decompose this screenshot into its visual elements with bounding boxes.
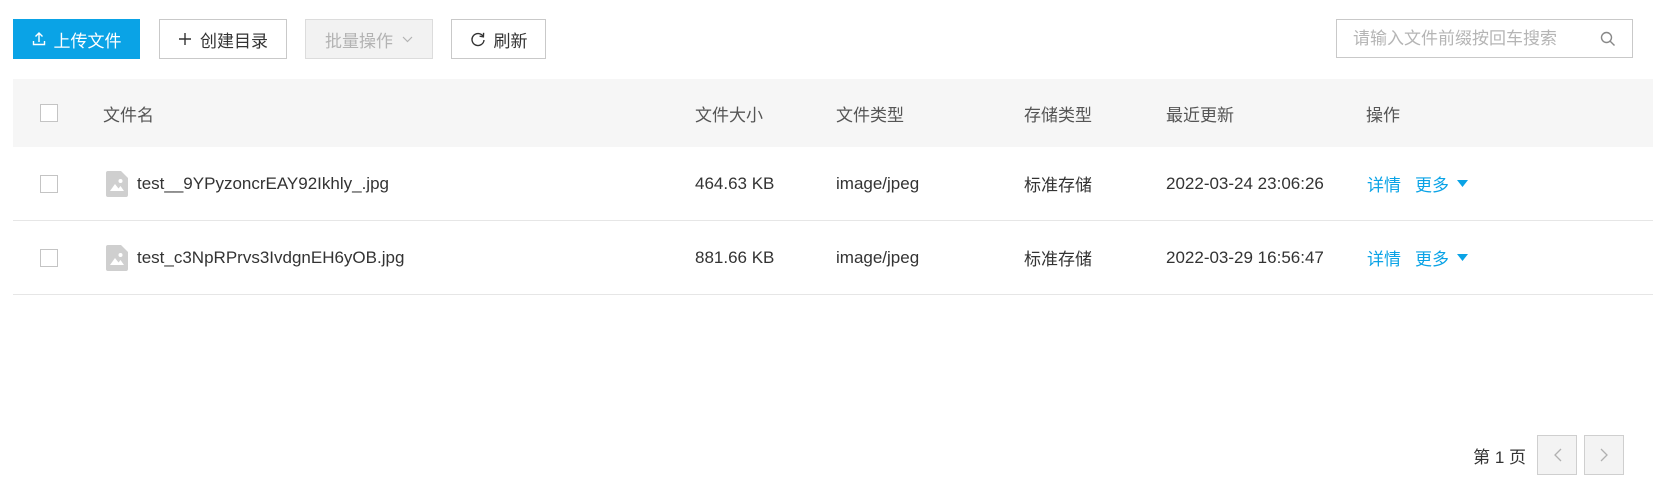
upload-icon [32,32,46,46]
caret-down-icon [1457,254,1468,261]
row-select-cell [40,221,58,294]
batch-operation-button[interactable]: 批量操作 [305,19,433,59]
prev-page-button[interactable] [1537,435,1577,475]
row-checkbox[interactable] [40,248,58,267]
file-type: image/jpeg [836,173,920,193]
refresh-button[interactable]: 刷新 [451,19,546,59]
more-menu[interactable]: 更多 [1415,171,1468,196]
row-select-cell [40,147,58,220]
page-indicator: 第 1 页 [1473,447,1526,467]
file-name[interactable]: test_c3NpRPrvs3IvdgnEH6yOB.jpg [137,248,404,268]
storage-type: 标准存储 [1024,250,1092,269]
file-size: 881.66 KB [695,247,775,267]
actions-cell: 详情 更多 [1367,221,1468,294]
updated-time: 2022-03-24 23:06:26 [1166,173,1324,193]
row-checkbox[interactable] [40,174,58,193]
storage-type: 标准存储 [1024,176,1092,195]
create-directory-button[interactable]: 创建目录 [159,19,287,59]
table-header: 文件名 文件大小 文件类型 存储类型 最近更新 操作 [13,79,1653,147]
batch-operation-label: 批量操作 [325,31,393,51]
chevron-down-icon [402,36,413,43]
more-label: 更多 [1415,250,1449,269]
header-size[interactable]: 文件大小 [695,79,763,147]
search-input[interactable] [1353,28,1594,49]
file-name[interactable]: test__9YPyzoncrEAY92Ikhly_.jpg [137,174,389,194]
file-table: 文件名 文件大小 文件类型 存储类型 最近更新 操作 test__9YPyzon… [13,79,1653,295]
detail-link[interactable]: 详情 [1367,245,1401,270]
plus-icon [178,32,192,46]
more-label: 更多 [1415,176,1449,195]
caret-down-icon [1457,180,1468,187]
refresh-icon [470,31,486,47]
upload-button[interactable]: 上传文件 [13,19,140,59]
image-file-icon [106,170,128,197]
search-box [1336,19,1633,58]
detail-link[interactable]: 详情 [1367,171,1401,196]
next-page-button[interactable] [1584,435,1624,475]
updated-time: 2022-03-29 16:56:47 [1166,247,1324,267]
more-menu[interactable]: 更多 [1415,245,1468,270]
table-row: test_c3NpRPrvs3IvdgnEH6yOB.jpg 881.66 KB… [13,221,1653,295]
chevron-left-icon [1553,448,1562,462]
actions-cell: 详情 更多 [1367,147,1468,220]
table-row: test__9YPyzoncrEAY92Ikhly_.jpg 464.63 KB… [13,147,1653,221]
search-icon[interactable] [1600,31,1616,47]
create-directory-label: 创建目录 [200,31,268,51]
header-type[interactable]: 文件类型 [836,79,904,147]
header-updated[interactable]: 最近更新 [1166,79,1234,147]
image-file-icon [106,244,128,271]
upload-label: 上传文件 [53,31,122,51]
header-name[interactable]: 文件名 [103,79,154,147]
pagination: 第 1 页 [1393,435,1663,475]
file-name-cell: test_c3NpRPrvs3IvdgnEH6yOB.jpg [106,221,404,294]
header-storage[interactable]: 存储类型 [1024,79,1092,147]
select-all-checkbox[interactable] [40,104,58,122]
header-actions: 操作 [1366,105,1400,125]
chevron-right-icon [1600,448,1609,462]
refresh-label: 刷新 [493,31,528,51]
file-size: 464.63 KB [695,173,775,193]
select-all-cell [40,79,58,147]
file-type: image/jpeg [836,247,920,267]
file-name-cell: test__9YPyzoncrEAY92Ikhly_.jpg [106,147,389,220]
